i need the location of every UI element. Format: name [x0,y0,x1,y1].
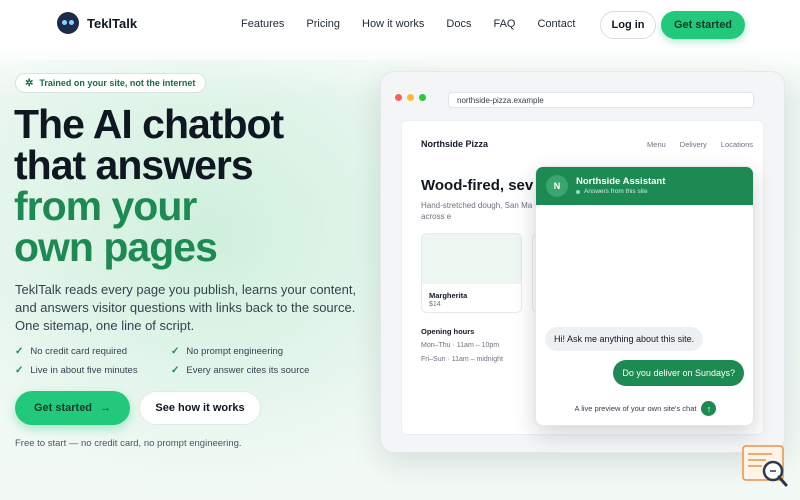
chat-title: Northside Assistant [576,176,666,187]
feature-checklist: ✓ No credit card required ✓ No prompt engi… [15,346,345,376]
chat-avatar: N [546,175,568,197]
check-icon: ✓ [15,365,24,376]
close-dot-icon [395,94,402,101]
brand-name: TeklTalk [87,15,138,31]
see-how-it-works-button[interactable]: See how it works [139,391,261,425]
hours-weekday: Mon–Thu · 11am – 10pm [421,342,500,349]
hero-footnote: Free to start — no credit card, no promp… [15,438,242,449]
address-bar[interactable]: northside-pizza.example [448,92,754,108]
minimize-dot-icon [407,94,414,101]
nav-links: Features Pricing How it works Docs FAQ C… [241,18,597,30]
check-label: No credit card required [30,346,128,357]
demo-nav-menu[interactable]: Menu [647,140,666,149]
chat-header: N Northside Assistant Answers from this … [536,167,753,205]
menu-card-image [422,234,521,284]
headline-line-2: that answers [14,142,254,188]
hero-badge: ✲ Trained on your site, not the internet [15,73,207,93]
menu-card-price: $14 [429,301,441,308]
badge-text: Trained on your site, not the internet [39,78,196,88]
demo-nav-locations[interactable]: Locations [721,140,753,149]
check-icon: ✓ [171,365,180,376]
hours-title: Opening hours [421,327,475,336]
arrow-right-icon: → [100,402,112,414]
headline-line-4: own pages [14,224,218,270]
headline-line-1: The AI chatbot [14,101,284,147]
assistant-message: Hi! Ask me anything about this site. [545,327,704,351]
robot-logo-icon [57,12,79,34]
preview-note-text: A live preview of your own site's chat [574,404,697,413]
check-label: Every answer cites its source [186,365,310,376]
nav-link-contact[interactable]: Contact [537,18,575,30]
window-controls [395,94,426,101]
nav-link-docs[interactable]: Docs [446,18,471,30]
chat-preview-note: A live preview of your own site's chat ↑ [536,401,753,416]
hours-weekend: Fri–Sun · 11am – midnight [421,356,503,363]
chat-subtitle-text: Answers from this site [584,188,648,195]
nav-link-how-it-works[interactable]: How it works [362,18,424,30]
menu-card[interactable]: Margherita $14 [421,233,522,313]
nav-get-started-button[interactable]: Get started [661,11,745,39]
demo-nav-delivery[interactable]: Delivery [680,140,707,149]
hero-headline: The AI chatbot that answers from your ow… [14,101,284,270]
check-item: ✓ Live in about five minutes [15,365,171,376]
check-icon: ✓ [15,346,24,357]
brand-logo[interactable]: TeklTalk [57,12,137,34]
demo-site-headline: Wood-fired, sev [421,177,534,194]
check-label: No prompt engineering [186,346,284,357]
sparkle-icon: ✲ [25,77,34,89]
top-nav: TeklTalk Features Pricing How it works D… [0,0,800,50]
check-item: ✓ Every answer cites its source [171,365,331,376]
send-arrow-icon[interactable]: ↑ [701,401,717,416]
check-icon: ✓ [171,346,180,357]
menu-card-name: Margherita [429,291,468,300]
search-document-icon[interactable] [742,445,790,489]
check-item: ✓ No credit card required [15,346,171,357]
cta-label: Get started [33,402,93,414]
demo-site-name: Northside Pizza [421,139,489,149]
hero-subtitle: TeklTalk reads every page you publish, l… [15,282,357,333]
login-button[interactable]: Log in [600,11,656,39]
chat-subtitle: Answers from this site [576,188,648,195]
hero-get-started-button[interactable]: Get started → [15,391,130,425]
nav-link-features[interactable]: Features [241,18,284,30]
demo-site-nav: Menu Delivery Locations [647,140,753,149]
check-item: ✓ No prompt engineering [171,346,331,357]
nav-link-pricing[interactable]: Pricing [306,18,340,30]
headline-line-3: from your [14,183,197,229]
check-label: Live in about five minutes [30,365,138,376]
online-status-icon [576,189,580,194]
nav-link-faq[interactable]: FAQ [493,18,515,30]
maximize-dot-icon [419,94,426,101]
chat-widget: N Northside Assistant Answers from this … [535,166,754,426]
user-message: Do you deliver on Sundays? [613,360,744,386]
